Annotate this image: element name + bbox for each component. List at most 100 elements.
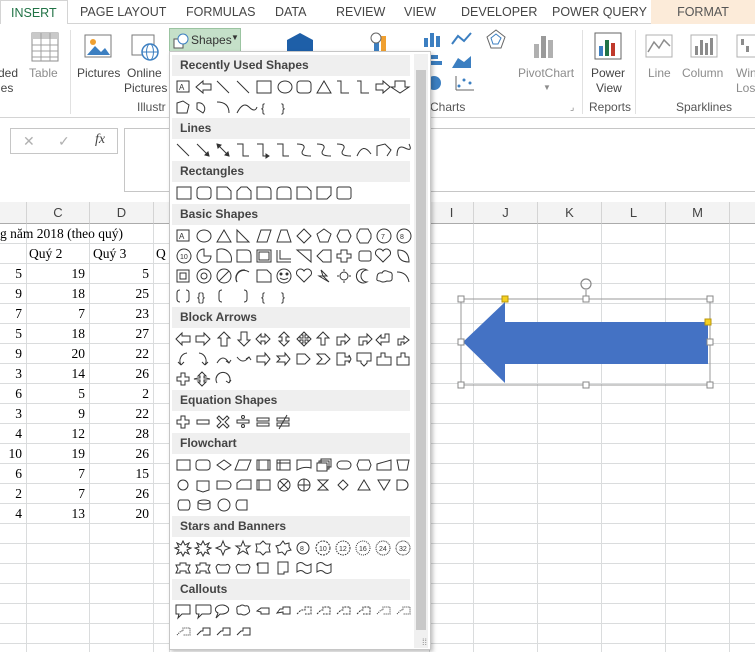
table-cell[interactable]: 5 (27, 384, 90, 404)
recent-shapes-icons[interactable]: A (173, 77, 413, 97)
sparkline-column-label[interactable]: Column (682, 66, 723, 81)
flowchart-shape-icons[interactable] (173, 455, 413, 475)
table-cell[interactable]: 7 (27, 464, 90, 484)
table-label[interactable]: Table (29, 66, 58, 81)
table-cell[interactable]: 7 (27, 304, 90, 324)
equation-shape-icons[interactable] (173, 412, 413, 432)
recommended-pivot-label-2[interactable]: les (0, 81, 13, 96)
resize-grip-icon[interactable]: ⁞⁞ (422, 637, 427, 647)
column-header-k[interactable]: K (538, 202, 602, 224)
table-cell[interactable]: 6 (0, 464, 27, 484)
enter-icon[interactable]: ✓ (58, 133, 70, 150)
tab-data[interactable]: DATA (275, 0, 306, 24)
table-cell[interactable]: 10 (0, 444, 27, 464)
table-cell[interactable]: 20 (27, 344, 90, 364)
table-cell[interactable]: 15 (90, 464, 154, 484)
table-cell[interactable]: 9 (0, 284, 27, 304)
header-cell-q2[interactable]: Quý 2 (29, 244, 62, 264)
pivotchart-label[interactable]: PivotChart (518, 66, 574, 81)
resize-handle[interactable] (582, 381, 590, 389)
table-cell[interactable]: 4 (0, 504, 27, 524)
sparkline-line-icon[interactable] (645, 34, 673, 60)
resize-handle[interactable] (706, 381, 714, 389)
rotation-handle[interactable] (580, 278, 592, 298)
column-header-l[interactable]: L (602, 202, 666, 224)
table-cell[interactable]: 26 (90, 484, 154, 504)
pictures-icon[interactable] (84, 32, 114, 62)
tab-developer[interactable]: DEVELOPER (461, 0, 537, 24)
table-cell[interactable]: 9 (0, 344, 27, 364)
table-cell[interactable]: 13 (27, 504, 90, 524)
left-arrow-shape[interactable] (455, 274, 719, 390)
block-arrow-icons[interactable] (173, 349, 413, 369)
table-cell[interactable]: 18 (27, 324, 90, 344)
area-chart-icon[interactable] (450, 52, 474, 70)
table-cell[interactable]: 7 (27, 484, 90, 504)
table-cell[interactable]: 5 (90, 264, 154, 284)
basic-shapes-icons[interactable] (173, 266, 413, 286)
block-arrow-icons[interactable] (173, 329, 413, 349)
insert-function-button[interactable]: fx (95, 132, 105, 148)
tab-insert[interactable]: INSERT (0, 0, 68, 25)
resize-handle[interactable] (457, 295, 465, 303)
cancel-icon[interactable]: ✕ (23, 133, 35, 150)
table-cell[interactable]: 14 (27, 364, 90, 384)
sparkline-winloss-label[interactable]: Win (736, 66, 755, 81)
sparkline-winloss-label-2[interactable]: Loss (736, 81, 755, 96)
online-pictures-icon[interactable] (131, 32, 161, 62)
radar-chart-icon[interactable] (484, 28, 508, 50)
pivotchart-icon[interactable] (532, 32, 558, 62)
table-cell[interactable]: 23 (90, 304, 154, 324)
flowchart-shape-icons[interactable] (173, 495, 413, 515)
basic-shapes-icons[interactable]: 10 (173, 246, 413, 266)
tab-formulas[interactable]: FORMULAS (186, 0, 255, 24)
table-cell[interactable]: 6 (0, 384, 27, 404)
online-pictures-label-2[interactable]: Pictures (124, 81, 167, 96)
line-shapes-icons[interactable] (173, 140, 413, 160)
table-cell[interactable]: 26 (90, 364, 154, 384)
table-cell[interactable]: 7 (0, 304, 27, 324)
line-chart-icon[interactable] (450, 30, 474, 48)
table-cell[interactable]: 12 (27, 424, 90, 444)
column-header-j[interactable]: J (474, 202, 538, 224)
tab-page-layout[interactable]: PAGE LAYOUT (80, 0, 166, 24)
table-cell[interactable]: 2 (0, 484, 27, 504)
sparkline-column-icon[interactable] (690, 34, 718, 60)
column-header-c[interactable]: C (27, 202, 90, 224)
chevron-down-icon[interactable]: ▼ (543, 80, 551, 95)
tab-view[interactable]: VIEW (404, 0, 436, 24)
callout-shape-icons[interactable] (173, 601, 413, 621)
table-cell[interactable]: 9 (27, 404, 90, 424)
table-cell[interactable]: 4 (0, 424, 27, 444)
column-header-n[interactable] (730, 202, 755, 224)
table-cell[interactable]: 20 (90, 504, 154, 524)
table-cell[interactable]: 27 (90, 324, 154, 344)
power-view-icon[interactable] (594, 32, 622, 62)
resize-handle[interactable] (706, 295, 714, 303)
table-cell[interactable]: 19 (27, 264, 90, 284)
star-shape-icons[interactable]: 8 10 12 16 24 32 (173, 538, 413, 558)
scatter-chart-icon[interactable] (454, 74, 478, 92)
pictures-label[interactable]: Pictures (77, 66, 120, 81)
table-cell[interactable]: 3 (0, 364, 27, 384)
resize-handle[interactable] (457, 338, 465, 346)
table-icon[interactable] (31, 32, 59, 62)
basic-shapes-icons[interactable]: A 7 8 (173, 226, 413, 246)
header-cell-q3[interactable]: Quý 3 (93, 244, 126, 264)
table-cell[interactable]: 19 (27, 444, 90, 464)
column-header-i[interactable]: I (430, 202, 474, 224)
online-pictures-label[interactable]: Online (127, 66, 162, 81)
adjust-handle[interactable] (501, 295, 509, 303)
table-cell[interactable]: 28 (90, 424, 154, 444)
recent-shapes-icons[interactable]: { } (173, 97, 413, 117)
header-cell-q4[interactable]: Q (156, 244, 166, 264)
table-cell[interactable]: 22 (90, 404, 154, 424)
tab-review[interactable]: REVIEW (336, 0, 385, 24)
scrollbar-thumb[interactable] (416, 70, 426, 630)
callout-shape-icons[interactable] (173, 621, 413, 641)
column-header-d[interactable]: D (90, 202, 154, 224)
tab-format[interactable]: FORMAT (651, 0, 755, 24)
column-header-b[interactable] (0, 202, 27, 224)
dialog-launcher-icon[interactable]: ⌟ (570, 102, 574, 113)
sparkline-line-label[interactable]: Line (648, 66, 671, 81)
